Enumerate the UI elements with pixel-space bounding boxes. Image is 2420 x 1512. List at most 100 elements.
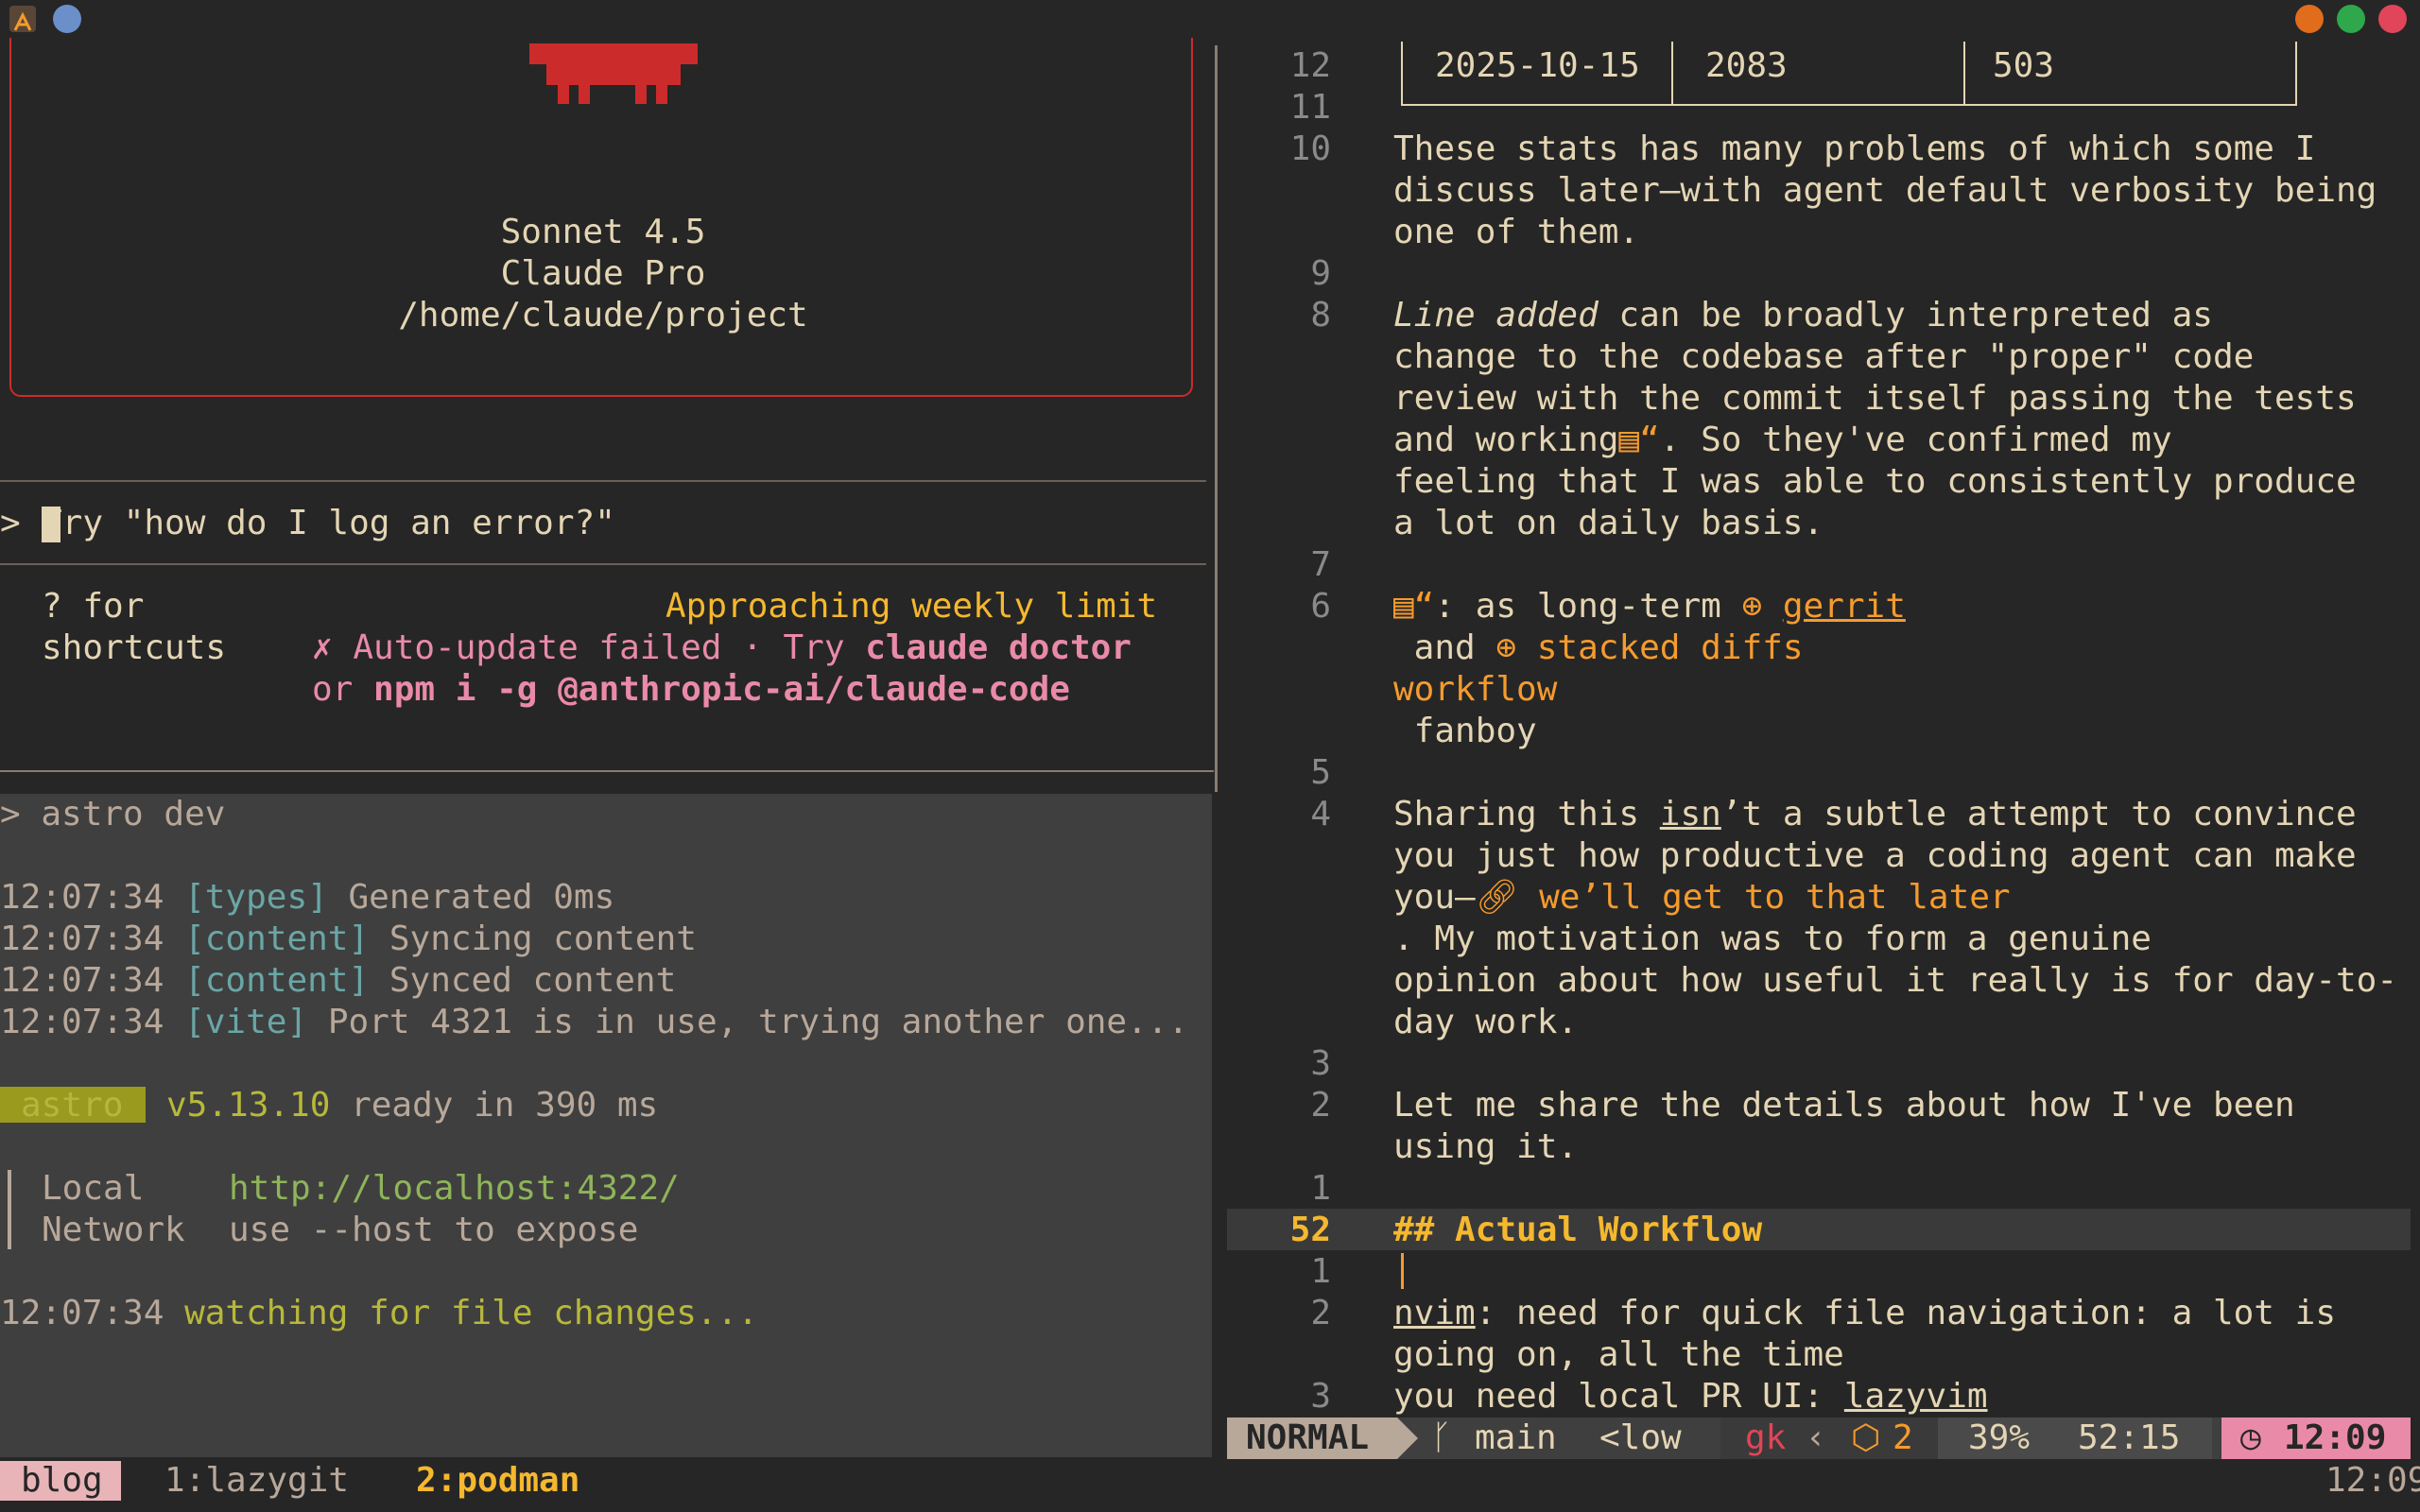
footnote-line: and ⊕ stacked diffs — [1393, 627, 1804, 669]
tmux-window-lazygit[interactable]: 1:lazygit — [164, 1460, 349, 1502]
watch-time: 12:07:34 — [0, 1294, 164, 1332]
shell-command: > astro dev — [0, 795, 226, 833]
log-time: 12:07:34 — [0, 961, 164, 1000]
log-line: 12:07:34 [vite] Port 4321 is in use, try… — [0, 1002, 1188, 1043]
text-span: and working — [1393, 421, 1619, 459]
text-line: . My motivation was to form a genuine — [1393, 919, 2152, 958]
log-message: Synced content — [389, 961, 677, 1000]
scroll-percent: 39% — [1968, 1418, 2031, 1457]
link-icon: 🔗︎ — [1475, 878, 1519, 917]
log-message: Syncing content — [389, 919, 697, 958]
line-number: 11 — [1289, 88, 1331, 127]
claude-doctor-command: claude doctor — [865, 628, 1132, 667]
server-info-bar — [8, 1170, 11, 1249]
help-hint-2: shortcuts — [42, 628, 227, 667]
tmux-window-podman[interactable]: 2:podman — [416, 1460, 579, 1502]
log-time: 12:07:34 — [0, 919, 164, 958]
workspace-indicator-icon[interactable] — [53, 5, 81, 33]
table-cell-date: 2025-10-15 — [1435, 46, 1640, 85]
text-span: can be broadly interpreted as — [1598, 296, 2213, 335]
update-failed-notice: ✗ Auto-update failed · Try claude doctor — [312, 627, 1132, 669]
log-line: 12:07:34 [content] Syncing content — [0, 919, 697, 960]
globe-icon: ⊕ — [1495, 628, 1517, 667]
local-url-link[interactable]: http://localhost:4322/ — [229, 1168, 680, 1210]
line-number: 6 — [1310, 587, 1331, 626]
help-hint: ? for — [42, 587, 145, 626]
pane-horizontal-divider — [0, 770, 1214, 772]
text-line: going on, all the time — [1393, 1335, 1844, 1374]
line-number: 5 — [1310, 753, 1331, 792]
model-name: Sonnet 4.5 — [500, 213, 706, 251]
text-line: review with the commit itself passing th… — [1393, 379, 2357, 418]
log-line: 12:07:34 [content] Synced content — [0, 960, 676, 1002]
package-icon: ⬡ — [1851, 1418, 1881, 1457]
lazyvim-link[interactable]: lazyvim — [1844, 1377, 1988, 1416]
tmux-clock: 12:09 — [2325, 1461, 2420, 1500]
table-cell-lines: 2083 — [1705, 46, 1788, 85]
text-line: and working▤“. So they've confirmed my — [1393, 420, 2172, 461]
log-tag: [content] — [184, 919, 370, 958]
table-divider — [1671, 42, 1673, 106]
line-number: 12 — [1289, 46, 1331, 85]
maximize-button[interactable] — [2337, 5, 2365, 33]
git-branch-icon: ᚴ — [1431, 1418, 1452, 1457]
minimize-button[interactable] — [2295, 5, 2324, 33]
mode-label: NORMAL — [1246, 1418, 1370, 1457]
footnote-line: fanboy — [1393, 712, 1537, 750]
line-number: 1 — [1310, 1169, 1331, 1208]
app-icon[interactable] — [9, 6, 36, 32]
footnote-icon[interactable]: ▤“ — [1618, 421, 1659, 459]
tmux-statusbar — [0, 1459, 2420, 1512]
gerrit-link[interactable]: gerrit — [1783, 587, 1906, 626]
network-label: Network — [42, 1211, 185, 1249]
npm-install-command: npm i -g @anthropic-ai/claude-code — [373, 670, 1070, 709]
line-number: 2 — [1310, 1086, 1331, 1125]
text-span: Sharing this — [1393, 795, 1660, 833]
line-number: 2 — [1310, 1294, 1331, 1332]
prompt-top-divider — [0, 480, 1206, 482]
text-span: you— — [1393, 878, 1476, 917]
line-number: 3 — [1310, 1377, 1331, 1416]
claude-logo-icon — [529, 43, 698, 104]
text-line: feeling that I was able to consistently … — [1393, 462, 2357, 501]
local-label: Local — [42, 1169, 145, 1208]
text-line: day work. — [1393, 1003, 1579, 1041]
log-tag: [content] — [184, 961, 370, 1000]
log-tag: [types] — [184, 878, 328, 917]
text-line: you need local PR UI: lazyvim — [1393, 1376, 1988, 1418]
prompt-symbol: > — [0, 504, 21, 542]
text-line: a lot on daily basis. — [1393, 504, 1824, 542]
text-line: Let me share the details about how I've … — [1393, 1086, 2295, 1125]
log-message: Port 4321 is in use, trying another one.… — [327, 1003, 1189, 1041]
prompt-input[interactable]: Try "how do I log an error?" — [42, 503, 615, 544]
footnote-line: ▤“: as long-term ⊕ gerrit — [1393, 586, 1906, 627]
log-message: Generated 0ms — [348, 878, 615, 917]
text-line: nvim: need for quick file navigation: a … — [1393, 1293, 2336, 1334]
log-tag: [vite] — [184, 1003, 308, 1041]
line-number: 3 — [1310, 1044, 1331, 1083]
emphasis-text: Line added — [1393, 296, 1599, 335]
close-button[interactable] — [2378, 5, 2407, 33]
text-line: you just how productive a coding agent c… — [1393, 836, 2357, 875]
stacked-diffs-link[interactable]: stacked diffs — [1537, 628, 1804, 667]
spell-error-word: isn — [1659, 795, 1721, 833]
window-titlebar — [0, 0, 2420, 38]
update-failed-text: ✗ Auto-update failed · Try — [312, 628, 866, 667]
globe-icon: ⊕ — [1741, 587, 1763, 626]
astro-version: v5.13.10 — [166, 1086, 331, 1125]
text-line: opinion about how useful it really is fo… — [1393, 961, 2398, 1000]
text-span: : need for quick file navigation: a lot … — [1475, 1294, 2337, 1332]
update-or-text: or — [312, 670, 374, 709]
inline-link[interactable]: we’ll get to that later — [1539, 878, 2011, 917]
ready-text: ready in 390 ms — [351, 1086, 659, 1125]
branch-name[interactable]: main — [1475, 1418, 1557, 1459]
footnote-line[interactable]: workflow — [1393, 669, 1557, 711]
astro-ready-line: v5.13.10 ready in 390 ms — [166, 1085, 658, 1126]
watch-message: watching for file changes... — [184, 1294, 758, 1332]
line-number: 9 — [1310, 254, 1331, 293]
text-span: and — [1393, 628, 1496, 667]
text-span: : as long-term — [1434, 587, 1742, 626]
network-value: use --host to expose — [229, 1211, 639, 1249]
nvim-link[interactable]: nvim — [1393, 1294, 1476, 1332]
plan-name: Claude Pro — [500, 254, 706, 293]
